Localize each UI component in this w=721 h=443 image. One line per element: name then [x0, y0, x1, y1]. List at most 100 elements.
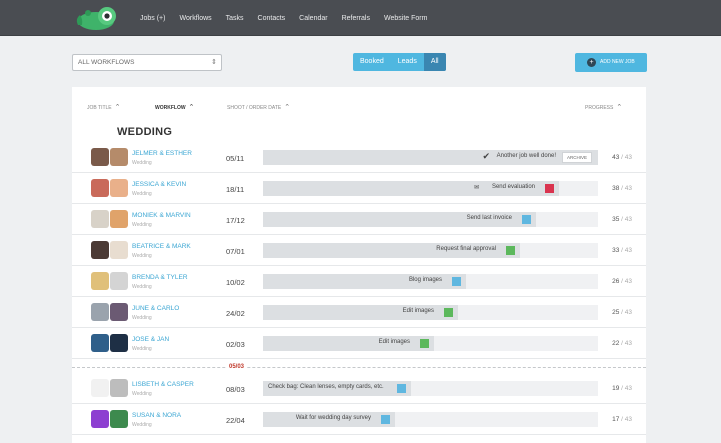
progress-track[interactable]: ARCHIVE ✔ Another job well done! — [263, 150, 598, 165]
jobs-panel: JOB TITLE ⌃ WORKFLOW ⌃ SHOOT / ORDER DATE ⌃… — [72, 87, 646, 443]
email-icon: ✉ — [473, 185, 479, 191]
client-names-link[interactable]: JESSICA & KEVIN — [132, 181, 186, 188]
client-names-link[interactable]: JOSE & JAN — [132, 336, 169, 343]
nav-item-workflows[interactable]: Workflows — [172, 15, 218, 22]
task-status-square[interactable] — [522, 215, 531, 224]
task-status-square[interactable] — [381, 415, 390, 424]
nav-item-referrals[interactable]: Referrals — [335, 15, 377, 22]
column-job-title[interactable]: JOB TITLE ⌃ — [87, 103, 121, 111]
sort-up-icon: ⌃ — [284, 104, 291, 111]
job-type: Wedding — [132, 191, 152, 197]
job-type: Wedding — [132, 222, 152, 228]
client-names-link[interactable]: BEATRICE & MARK — [132, 243, 191, 250]
shoot-date: 24/02 — [226, 309, 245, 318]
avatar[interactable] — [91, 379, 109, 397]
job-type: Wedding — [132, 160, 152, 166]
table-row[interactable]: JUNE & CARLO Wedding 24/02 Edit images 25 / … — [72, 297, 646, 328]
progress-track[interactable]: Send last invoice — [263, 212, 598, 227]
progress-track[interactable]: Edit images — [263, 336, 598, 351]
table-row[interactable]: BEATRICE & MARK Wedding 07/01 Request final… — [72, 235, 646, 266]
checkmark-icon: ✔ — [482, 151, 490, 161]
table-row[interactable]: JELMER & ESTHER Wedding 05/11 ARCHIVE ✔ Anoth… — [72, 142, 646, 173]
current-step-label[interactable]: Send evaluation — [492, 184, 535, 190]
progress-track[interactable]: Wait for wedding day survey — [263, 412, 598, 427]
nav-item-tasks[interactable]: Tasks — [219, 15, 251, 22]
nav-item-website-form[interactable]: Website Form — [377, 15, 434, 22]
avatar[interactable] — [91, 148, 109, 166]
current-step-label[interactable]: Send last invoice — [467, 215, 512, 221]
nav-item-jobs[interactable]: Jobs (+) — [133, 15, 172, 22]
client-names-link[interactable]: BRENDA & TYLER — [132, 274, 188, 281]
progress-count: 38 / 43 — [612, 185, 632, 192]
table-row[interactable]: LISBETH & CASPER Wedding 08/03 Check bag: C… — [72, 373, 646, 404]
plus-icon: + — [587, 58, 596, 67]
task-status-square[interactable] — [545, 184, 554, 193]
current-step-label[interactable]: Edit images — [403, 308, 434, 314]
current-step-label[interactable]: Request final approval — [436, 246, 496, 252]
column-progress[interactable]: PROGRESS ⌃ — [585, 103, 622, 111]
progress-track[interactable]: Edit images — [263, 305, 598, 320]
nav-item-contacts[interactable]: Contacts — [251, 15, 293, 22]
segment-booked[interactable]: Booked — [353, 53, 391, 71]
avatar[interactable] — [91, 272, 109, 290]
archive-button[interactable]: ARCHIVE — [561, 152, 592, 163]
avatar[interactable] — [110, 303, 128, 321]
client-names-link[interactable]: LISBETH & CASPER — [132, 381, 194, 388]
progress-count: 25 / 43 — [612, 309, 632, 316]
avatar[interactable] — [91, 210, 109, 228]
avatar[interactable] — [110, 334, 128, 352]
avatar[interactable] — [91, 410, 109, 428]
client-names-link[interactable]: JUNE & CARLO — [132, 305, 179, 312]
avatar[interactable] — [110, 272, 128, 290]
task-status-square[interactable] — [420, 339, 429, 348]
progress-track[interactable]: Request final approval — [263, 243, 598, 258]
progress-track[interactable]: Check bag: Clean lenses, empty cards, et… — [263, 381, 598, 396]
workflow-filter-select[interactable]: ALL WORKFLOWS ⇕ — [72, 54, 222, 71]
shoot-date: 07/01 — [226, 247, 245, 256]
current-step-label: Another job well done! — [496, 153, 556, 159]
nav-item-calendar[interactable]: Calendar — [292, 15, 334, 22]
current-step-label[interactable]: Blog images — [409, 277, 442, 283]
avatar[interactable] — [110, 241, 128, 259]
task-status-square[interactable] — [506, 246, 515, 255]
progress-count: 17 / 43 — [612, 416, 632, 423]
segment-leads[interactable]: Leads — [391, 53, 424, 71]
current-step-label[interactable]: Check bag: Clean lenses, empty cards, et… — [268, 384, 384, 390]
sort-up-icon: ⌃ — [616, 104, 623, 111]
shoot-date: 22/04 — [226, 416, 245, 425]
avatar[interactable] — [91, 179, 109, 197]
avatar[interactable] — [110, 410, 128, 428]
client-names-link[interactable]: JELMER & ESTHER — [132, 150, 192, 157]
add-new-job-button[interactable]: + ADD NEW JOB — [575, 53, 647, 72]
segment-all[interactable]: All — [423, 53, 446, 71]
column-shoot-date[interactable]: SHOOT / ORDER DATE ⌃ — [227, 103, 290, 111]
client-names-link[interactable]: SUSAN & NORA — [132, 412, 181, 419]
column-workflow[interactable]: WORKFLOW ⌃ — [155, 103, 194, 111]
avatar[interactable] — [110, 210, 128, 228]
table-row[interactable]: JESSICA & KEVIN Wedding 18/11 Send evaluati… — [72, 173, 646, 204]
avatar[interactable] — [110, 179, 128, 197]
progress-track[interactable]: Blog images — [263, 274, 598, 289]
current-step-label[interactable]: Edit images — [379, 339, 410, 345]
task-status-square[interactable] — [397, 384, 406, 393]
task-status-square[interactable] — [444, 308, 453, 317]
avatar[interactable] — [91, 303, 109, 321]
main-nav: Jobs (+) Workflows Tasks Contacts Calendar Re… — [133, 0, 434, 36]
chameleon-logo-icon[interactable] — [74, 5, 124, 31]
progress-count: 35 / 43 — [612, 216, 632, 223]
avatar[interactable] — [91, 241, 109, 259]
avatar[interactable] — [91, 334, 109, 352]
avatar[interactable] — [110, 148, 128, 166]
select-arrows-icon: ⇕ — [211, 59, 217, 66]
task-status-square[interactable] — [452, 277, 461, 286]
client-names-link[interactable]: MONIEK & MARVIN — [132, 212, 191, 219]
table-row[interactable]: JOSE & JAN Wedding 02/03 Edit images 22 / 43 — [72, 328, 646, 359]
table-row[interactable]: BRENDA & TYLER Wedding 10/02 Blog images 26 … — [72, 266, 646, 297]
job-type: Wedding — [132, 422, 152, 428]
table-row[interactable]: MONIEK & MARVIN Wedding 17/12 Send last inv… — [72, 204, 646, 235]
avatar[interactable] — [110, 379, 128, 397]
current-step-label[interactable]: Wait for wedding day survey — [296, 415, 371, 421]
job-type: Wedding — [132, 346, 152, 352]
table-row[interactable]: SUSAN & NORA Wedding 22/04 Wait for wedding… — [72, 404, 646, 435]
progress-track[interactable]: Send evaluation ✉ — [263, 181, 598, 196]
